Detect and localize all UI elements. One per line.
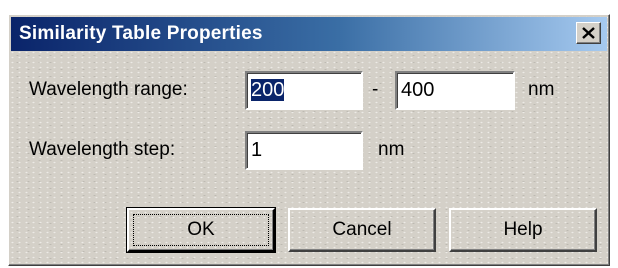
close-icon — [582, 27, 595, 39]
wavelength-step-label: Wavelength step: — [29, 139, 176, 160]
ok-button[interactable]: OK — [126, 207, 276, 253]
help-button-label: Help — [503, 219, 543, 240]
range-from-input[interactable]: 200 — [245, 71, 363, 110]
similarity-table-properties-dialog: Similarity Table Properties Wavelength r… — [8, 14, 610, 266]
range-to-input[interactable]: 400 — [395, 71, 515, 110]
step-input[interactable]: 1 — [245, 131, 363, 170]
step-unit-label: nm — [378, 139, 405, 160]
cancel-button[interactable]: Cancel — [288, 208, 436, 252]
title-bar[interactable]: Similarity Table Properties — [11, 17, 607, 51]
range-to-value: 400 — [401, 79, 435, 101]
cancel-button-label: Cancel — [332, 219, 392, 240]
wavelength-range-label: Wavelength range: — [29, 79, 188, 100]
range-from-value: 200 — [251, 79, 285, 101]
window-title: Similarity Table Properties — [19, 23, 263, 44]
range-unit-label: nm — [528, 79, 555, 100]
step-value: 1 — [251, 139, 263, 161]
close-button[interactable] — [576, 22, 601, 44]
focus-rectangle — [133, 214, 269, 246]
help-button[interactable]: Help — [449, 208, 597, 252]
range-separator: - — [372, 79, 379, 100]
